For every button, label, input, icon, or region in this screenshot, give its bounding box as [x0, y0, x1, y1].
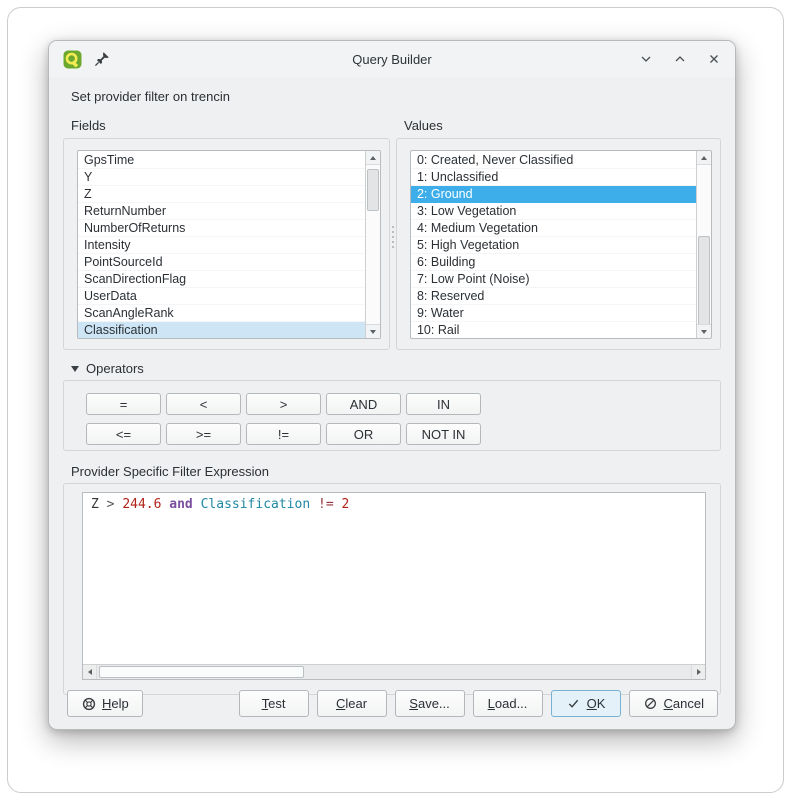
ok-button-label: OK — [587, 696, 606, 711]
list-item[interactable]: 4: Medium Vegetation — [411, 220, 696, 237]
scrollbar-thumb[interactable] — [99, 666, 304, 678]
operators-collapse-header[interactable]: Operators — [71, 361, 721, 376]
list-item[interactable]: 2: Ground — [411, 186, 696, 203]
operator-button[interactable]: = — [86, 393, 161, 415]
shade-window-icon[interactable] — [639, 52, 653, 66]
list-item[interactable]: Classification — [78, 322, 365, 339]
filter-expression-frame: Z > 244.6 and Classification != 2 — [63, 483, 721, 695]
test-button[interactable]: Test — [239, 690, 309, 717]
scrollbar-thumb[interactable] — [698, 236, 710, 326]
operators-row-1: =<>ANDIN — [86, 393, 720, 415]
values-label: Values — [404, 118, 721, 133]
check-icon — [566, 696, 581, 711]
operator-button[interactable]: IN — [406, 393, 481, 415]
list-item[interactable]: ScanDirectionFlag — [78, 271, 365, 288]
scroll-left-icon[interactable] — [83, 665, 97, 679]
operators-label: Operators — [86, 361, 144, 376]
values-scrollbar[interactable] — [696, 151, 711, 338]
title-bar[interactable]: Query Builder — [49, 41, 735, 77]
query-builder-dialog: Query Builder Set provider filter on tre… — [48, 40, 736, 730]
values-listbox: 0: Created, Never Classified1: Unclassif… — [410, 150, 712, 339]
list-item[interactable]: ReturnNumber — [78, 203, 365, 220]
values-list: 0: Created, Never Classified1: Unclassif… — [411, 152, 696, 338]
operators-row-2: <=>=!=ORNOT IN — [86, 423, 720, 445]
list-item[interactable]: 6: Building — [411, 254, 696, 271]
clear-button-label: Clear — [336, 696, 367, 711]
list-item[interactable]: 8: Reserved — [411, 288, 696, 305]
qgis-logo-icon — [63, 50, 82, 69]
list-item[interactable]: Y — [78, 169, 365, 186]
list-item[interactable]: 10: Rail — [411, 322, 696, 339]
help-button-label: Help — [102, 696, 129, 711]
list-item[interactable]: 3: Low Vegetation — [411, 203, 696, 220]
scroll-up-icon[interactable] — [366, 151, 380, 165]
expression-text[interactable]: Z > 244.6 and Classification != 2 — [83, 493, 705, 512]
list-item[interactable]: 0: Created, Never Classified — [411, 152, 696, 169]
save-button[interactable]: Save... — [395, 690, 465, 717]
help-icon — [81, 696, 96, 711]
operator-button[interactable]: > — [246, 393, 321, 415]
cancel-icon — [643, 696, 658, 711]
list-item[interactable]: 7: Low Point (Noise) — [411, 271, 696, 288]
help-button[interactable]: Help — [67, 690, 143, 717]
list-item[interactable]: Z — [78, 186, 365, 203]
cancel-button-label: Cancel — [664, 696, 704, 711]
cancel-button[interactable]: Cancel — [629, 690, 718, 717]
list-item[interactable]: Intensity — [78, 237, 365, 254]
ok-button[interactable]: OK — [551, 690, 621, 717]
scroll-right-icon[interactable] — [691, 665, 705, 679]
scroll-up-icon[interactable] — [697, 151, 711, 165]
chevron-down-icon — [71, 366, 79, 372]
operator-button[interactable]: < — [166, 393, 241, 415]
window-title: Query Builder — [49, 52, 735, 67]
operator-button[interactable]: AND — [326, 393, 401, 415]
close-window-icon[interactable] — [707, 52, 721, 66]
test-button-label: Test — [262, 696, 286, 711]
save-button-label: Save... — [409, 696, 449, 711]
filter-expression-label: Provider Specific Filter Expression — [71, 464, 721, 479]
fields-listbox: GpsTimeYZReturnNumberNumberOfReturnsInte… — [77, 150, 381, 339]
fields-frame: GpsTimeYZReturnNumberNumberOfReturnsInte… — [63, 138, 390, 350]
fields-scrollbar[interactable] — [365, 151, 380, 338]
list-item[interactable]: 9: Water — [411, 305, 696, 322]
values-panel: Values 0: Created, Never Classified1: Un… — [396, 118, 721, 350]
operator-button[interactable]: OR — [326, 423, 401, 445]
scrollbar-thumb[interactable] — [367, 169, 379, 211]
list-item[interactable]: UserData — [78, 288, 365, 305]
maximize-window-icon[interactable] — [673, 52, 687, 66]
fields-panel: Fields GpsTimeYZReturnNumberNumberOfRetu… — [63, 118, 390, 350]
scroll-down-icon[interactable] — [366, 324, 380, 338]
load-button[interactable]: Load... — [473, 690, 543, 717]
operator-button[interactable]: <= — [86, 423, 161, 445]
fields-list: GpsTimeYZReturnNumberNumberOfReturnsInte… — [78, 152, 365, 338]
list-item[interactable]: GpsTime — [78, 152, 365, 169]
clear-button[interactable]: Clear — [317, 690, 387, 717]
editor-horizontal-scrollbar[interactable] — [83, 664, 705, 679]
list-item[interactable]: 1: Unclassified — [411, 169, 696, 186]
list-item[interactable]: 5: High Vegetation — [411, 237, 696, 254]
pin-icon[interactable] — [92, 50, 111, 69]
list-item[interactable]: NumberOfReturns — [78, 220, 365, 237]
provider-filter-subtitle: Set provider filter on trencin — [71, 89, 713, 104]
values-frame: 0: Created, Never Classified1: Unclassif… — [396, 138, 721, 350]
operator-button[interactable]: NOT IN — [406, 423, 481, 445]
filter-expression-editor[interactable]: Z > 244.6 and Classification != 2 — [82, 492, 706, 680]
list-item[interactable]: PointSourceId — [78, 254, 365, 271]
load-button-label: Load... — [488, 696, 528, 711]
operator-button[interactable]: >= — [166, 423, 241, 445]
fields-label: Fields — [71, 118, 390, 133]
operator-button[interactable]: != — [246, 423, 321, 445]
dialog-button-box: Help Test Clear Save... Load... OK — [67, 690, 718, 717]
list-item[interactable]: ScanAngleRank — [78, 305, 365, 322]
scroll-down-icon[interactable] — [697, 324, 711, 338]
operators-frame: =<>ANDIN <=>=!=ORNOT IN — [63, 380, 721, 451]
